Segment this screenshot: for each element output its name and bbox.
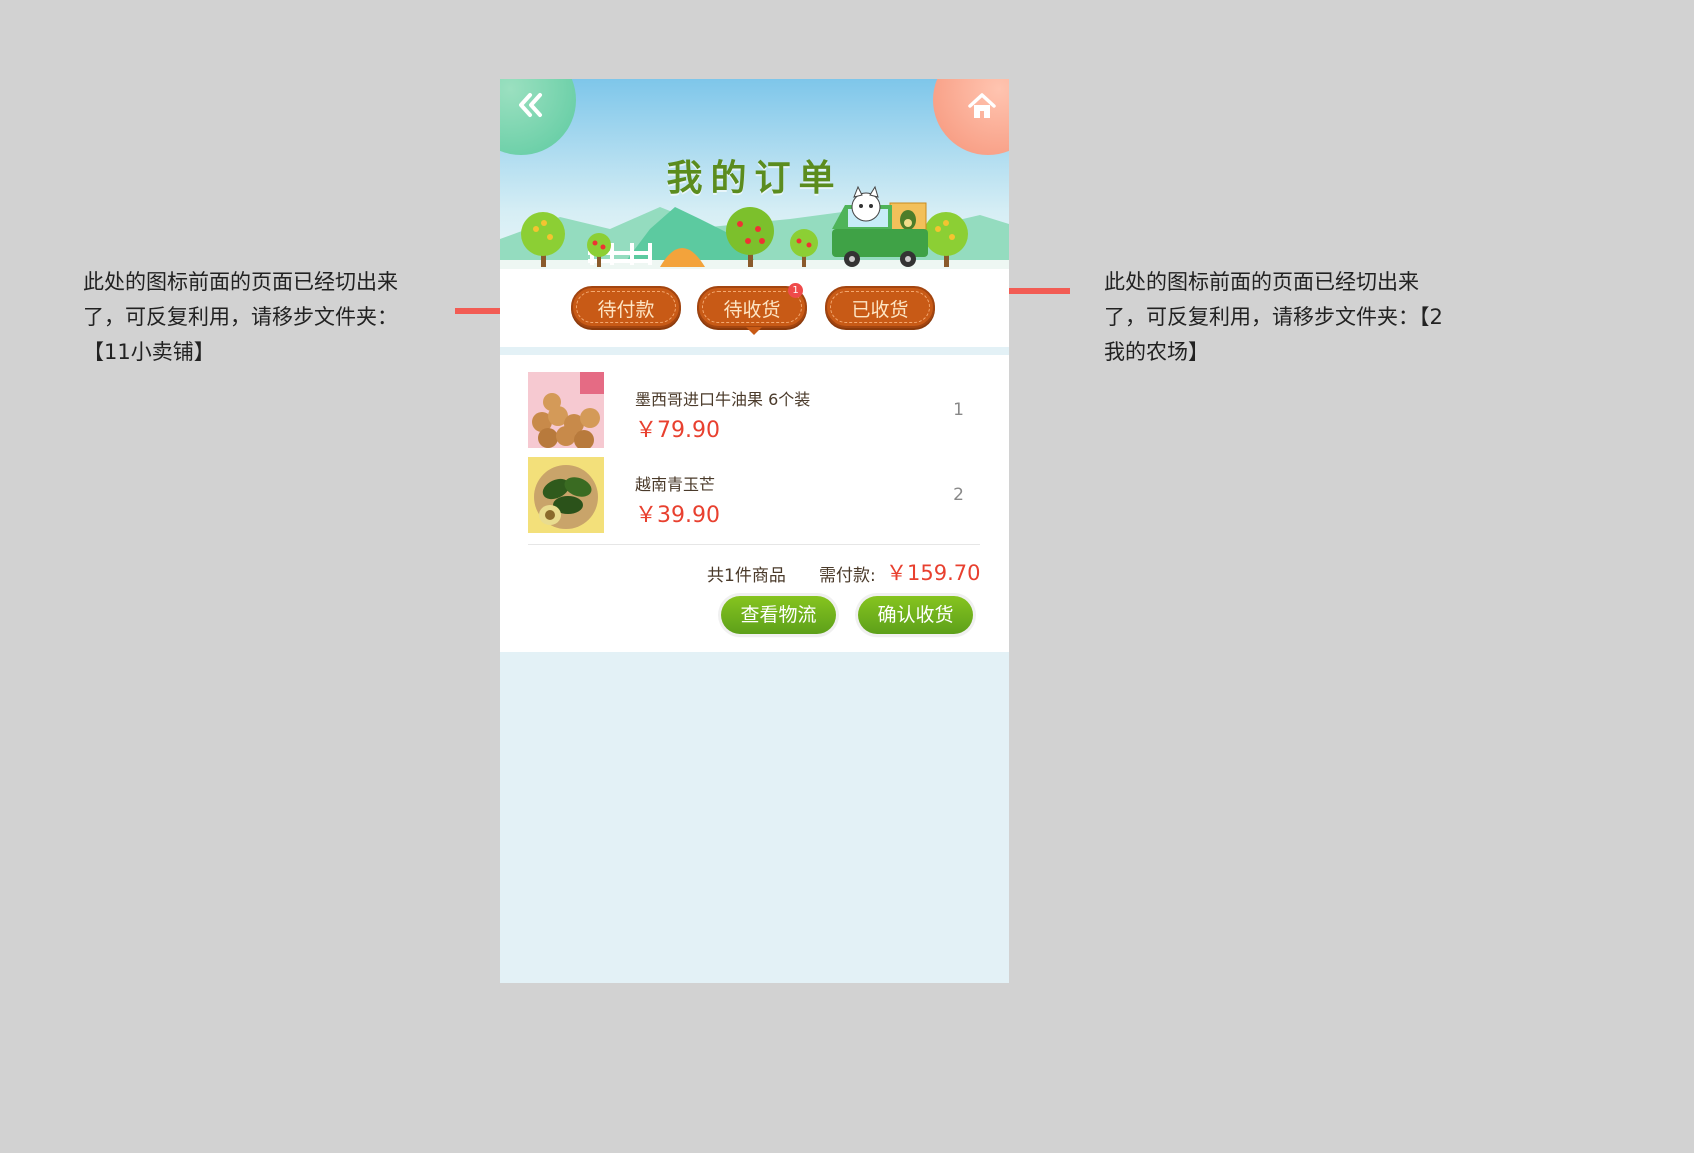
tab-label: 待付款 — [597, 299, 655, 321]
phone-screen: 我的订单 待付款 待收货 1 已收货 墨西哥进口牛油果 6个装 ￥79.90 1… — [500, 79, 1009, 983]
confirm-receipt-button[interactable]: 确认收货 — [858, 596, 973, 634]
home-icon — [968, 93, 996, 118]
active-tab-pointer — [746, 327, 762, 335]
item-count: 共1件商品 — [707, 566, 786, 586]
order-card: 墨西哥进口牛油果 6个装 ￥79.90 1 越南青玉芒 ￥39.90 2 共1件… — [500, 355, 1009, 652]
product-image-mango — [528, 457, 604, 533]
tab-label: 待收货 — [723, 299, 781, 321]
page-title: 我的订单 — [666, 157, 843, 199]
item-name: 越南青玉芒 — [635, 475, 716, 494]
annotation-right: 此处的图标前面的页面已经切出来了，可反复利用，请移步文件夹：【2我的农场】 — [1104, 270, 1443, 364]
amount-due-value: ￥159.70 — [886, 561, 981, 585]
order-status-tabs: 待付款 待收货 1 已收货 — [500, 269, 1009, 347]
tab-received[interactable]: 已收货 — [825, 286, 935, 328]
item-price: ￥79.90 — [635, 418, 720, 443]
divider-line — [528, 544, 980, 545]
item-name: 墨西哥进口牛油果 6个装 — [635, 390, 811, 409]
amount-due-label: 需付款: — [819, 566, 876, 586]
notification-badge: 1 — [788, 283, 803, 298]
section-divider — [500, 347, 1009, 355]
tab-pending-payment[interactable]: 待付款 — [571, 286, 681, 328]
view-logistics-button[interactable]: 查看物流 — [721, 596, 836, 634]
item-quantity: 2 — [953, 485, 964, 505]
product-image-longan — [528, 372, 604, 448]
tab-label: 已收货 — [851, 299, 909, 321]
item-price: ￥39.90 — [635, 503, 720, 528]
order-item[interactable]: 墨西哥进口牛油果 6个装 ￥79.90 1 — [528, 372, 980, 450]
order-item[interactable]: 越南青玉芒 ￥39.90 2 — [528, 457, 980, 535]
item-quantity: 1 — [953, 400, 964, 420]
header-banner: 我的订单 — [500, 79, 1009, 269]
double-chevron-left-icon — [519, 93, 542, 117]
annotation-left: 此处的图标前面的页面已经切出来了，可反复利用，请移步文件夹：【11小卖铺】 — [83, 270, 398, 364]
